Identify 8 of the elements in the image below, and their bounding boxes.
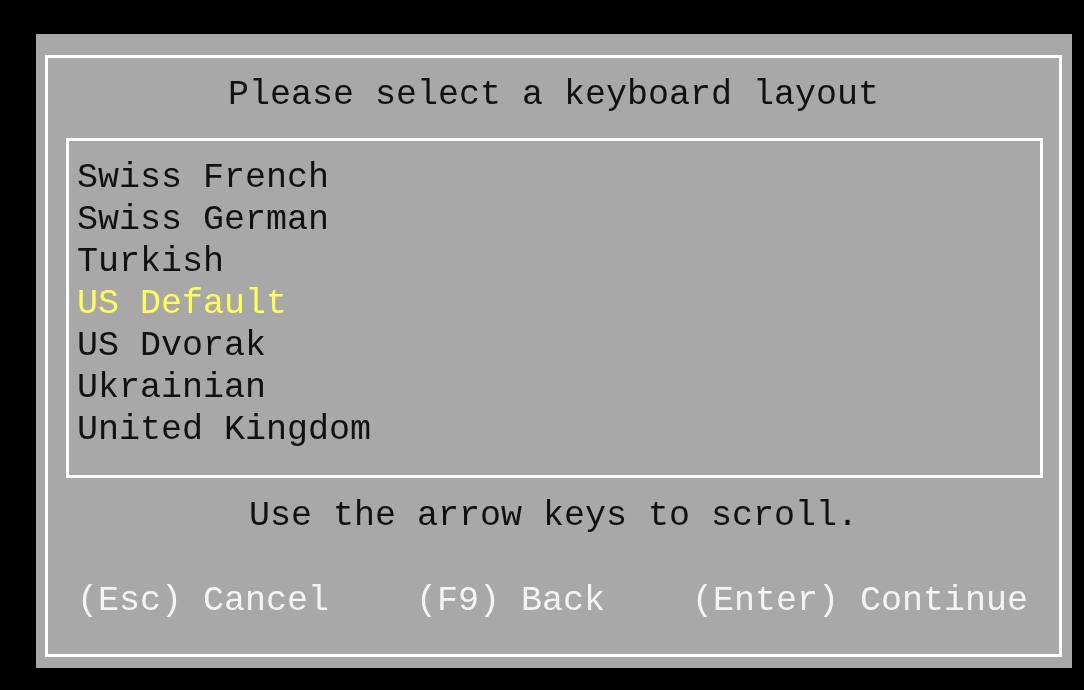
- scroll-hint: Use the arrow keys to scroll.: [248, 495, 859, 537]
- layout-option[interactable]: Swiss French: [77, 157, 330, 199]
- layout-option[interactable]: United Kingdom: [77, 409, 372, 451]
- layout-option[interactable]: Swiss German: [77, 199, 330, 241]
- layout-option[interactable]: US Dvorak: [77, 325, 267, 367]
- layout-option[interactable]: Ukrainian: [77, 367, 267, 409]
- dialog-title: Please select a keyboard layout: [227, 74, 880, 116]
- layout-option[interactable]: Turkish: [77, 241, 225, 283]
